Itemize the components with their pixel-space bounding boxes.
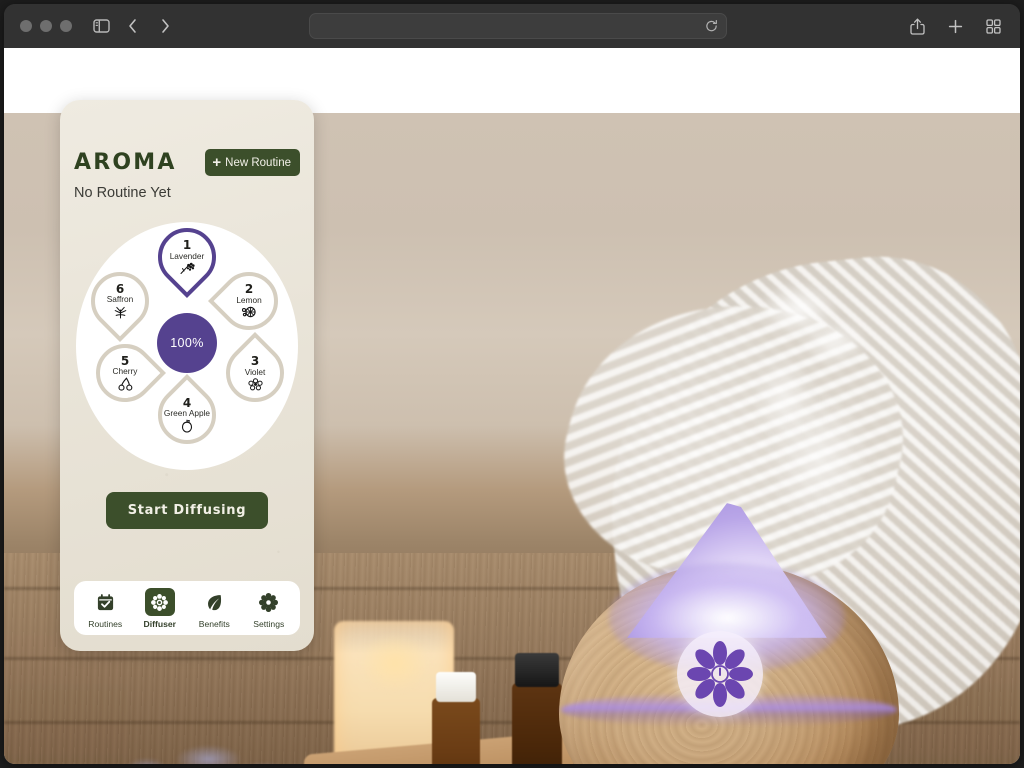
scent-number: 1 xyxy=(182,238,192,253)
nav-item-benefits[interactable]: Benefits xyxy=(188,588,240,629)
diffuser-flower-logo xyxy=(677,631,763,717)
nav-item-diffuser[interactable]: Diffuser xyxy=(134,588,186,629)
address-bar-container xyxy=(309,13,727,39)
cherries-icon xyxy=(117,377,133,392)
app-brand-title: AROMA xyxy=(74,150,177,175)
steam-mist xyxy=(704,243,914,543)
url-input[interactable] xyxy=(310,14,726,38)
back-chevron-icon xyxy=(129,19,136,33)
scent-name: Violet xyxy=(244,366,266,377)
scent-name: Green Apple xyxy=(163,408,211,419)
wooden-diffuser xyxy=(549,503,909,764)
toolbar-right-actions xyxy=(904,4,1006,48)
start-button-wrap: Start Diffusing xyxy=(74,492,300,529)
scent-number: 3 xyxy=(250,354,260,369)
nav-label: Routines xyxy=(88,619,123,629)
flower-diffuser-icon xyxy=(144,588,175,616)
nav-label: Benefits xyxy=(198,619,230,629)
nav-label: Settings xyxy=(253,619,285,629)
tab-overview-icon xyxy=(985,18,1001,34)
browser-window: AROMA + New Routine No Routine Yet 1 Lav… xyxy=(4,4,1020,764)
reload-icon xyxy=(706,20,717,32)
scent-name: Saffron xyxy=(106,294,134,305)
tab-overview-button[interactable] xyxy=(980,13,1006,39)
candle-flame-glow xyxy=(359,633,431,693)
window-controls xyxy=(20,20,72,32)
scent-number: 2 xyxy=(244,282,254,297)
browser-toolbar xyxy=(4,4,1020,48)
calendar-check-icon xyxy=(90,588,120,616)
new-tab-button[interactable] xyxy=(942,13,968,39)
scent-name: Cherry xyxy=(112,366,138,377)
reload-button[interactable] xyxy=(705,20,718,33)
start-diffusing-button[interactable]: Start Diffusing xyxy=(105,492,269,529)
forward-chevron-icon xyxy=(162,19,169,33)
flower-power-icon xyxy=(687,641,753,707)
bottom-navigation: Routines Diffuser Benefits Settings xyxy=(74,581,300,635)
sidebar-toggle-button[interactable] xyxy=(88,13,114,39)
apple-icon xyxy=(180,419,194,433)
maximize-window-button[interactable] xyxy=(60,20,72,32)
lemon-slice-icon xyxy=(241,306,257,319)
new-routine-button[interactable]: + New Routine xyxy=(205,149,300,176)
gear-icon xyxy=(254,588,284,616)
minimize-window-button[interactable] xyxy=(40,20,52,32)
scent-wheel: 1 Lavender 2 Lemon 3 Violet 4 Green Appl… xyxy=(74,215,300,472)
plus-icon: + xyxy=(212,154,222,171)
saffron-crocus-icon xyxy=(113,305,128,319)
page-content: AROMA + New Routine No Routine Yet 1 Lav… xyxy=(4,48,1020,764)
routine-status-text: No Routine Yet xyxy=(74,185,171,201)
nav-item-settings[interactable]: Settings xyxy=(243,588,295,629)
scent-name: Lavender xyxy=(169,250,205,261)
nav-label: Diffuser xyxy=(143,619,176,629)
card-header: AROMA + New Routine xyxy=(74,100,300,176)
leaf-icon xyxy=(199,588,229,616)
sidebar-icon xyxy=(92,19,110,33)
oil-bottle-light xyxy=(432,672,480,764)
share-icon xyxy=(909,18,925,35)
scent-name: Lemon xyxy=(236,294,262,305)
close-window-button[interactable] xyxy=(20,20,32,32)
back-button[interactable] xyxy=(120,13,146,39)
new-routine-label: New Routine xyxy=(225,156,291,169)
plus-icon xyxy=(948,19,962,33)
intensity-value: 100% xyxy=(170,336,204,350)
intensity-dial[interactable]: 100% xyxy=(157,313,217,373)
address-bar[interactable] xyxy=(309,13,727,39)
share-button[interactable] xyxy=(904,13,930,39)
dried-lavender xyxy=(79,721,349,764)
lavender-sprig-icon xyxy=(179,262,196,275)
aroma-app-card: AROMA + New Routine No Routine Yet 1 Lav… xyxy=(60,100,314,651)
nav-item-routines[interactable]: Routines xyxy=(79,588,131,629)
violet-flower-icon xyxy=(247,378,263,391)
forward-button[interactable] xyxy=(152,13,178,39)
